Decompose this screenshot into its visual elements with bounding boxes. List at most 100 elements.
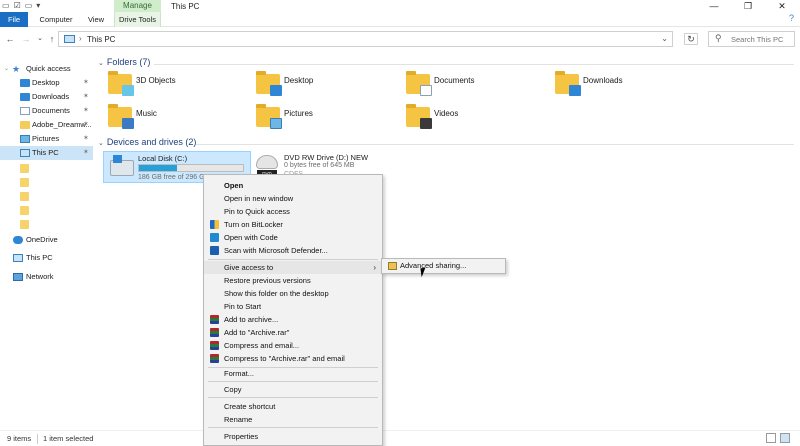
folder-icon <box>20 121 30 129</box>
manage-tab[interactable]: Manage <box>114 0 161 12</box>
forward-button[interactable]: → <box>20 32 32 46</box>
folder-documents[interactable]: Documents <box>394 70 534 100</box>
winrar-icon <box>210 354 219 363</box>
pin-icon: ✶ <box>83 149 89 156</box>
menu-item-show-on-desktop[interactable]: Show this folder on the desktop <box>204 287 382 300</box>
sidebar-item-downloads[interactable]: Downloads ✶ <box>0 90 93 104</box>
menu-item-label: Show this folder on the desktop <box>224 289 329 298</box>
menu-item-copy[interactable]: Copy <box>204 383 382 396</box>
menu-separator <box>208 427 378 428</box>
recent-locations-button[interactable]: ⌄ <box>34 32 46 46</box>
search-input[interactable] <box>731 34 793 45</box>
refresh-button[interactable]: ↻ <box>684 33 698 45</box>
close-button[interactable]: ✕ <box>765 0 799 12</box>
back-button[interactable]: ← <box>4 32 16 46</box>
properties-icon[interactable]: ☑ <box>14 1 21 11</box>
menu-item-add-to-archive-rar[interactable]: Add to "Archive.rar" <box>204 326 382 339</box>
folder-downloads[interactable]: Downloads <box>543 70 683 100</box>
folder-documents-icon <box>406 71 432 96</box>
chevron-right-icon[interactable]: › <box>79 34 82 43</box>
search-box[interactable]: ⚲ <box>708 31 795 47</box>
menu-item-give-access[interactable]: Give access to › <box>204 261 382 274</box>
folder-pictures[interactable]: Pictures <box>244 103 384 133</box>
this-pc-icon <box>13 254 23 262</box>
pictures-icon <box>20 135 30 143</box>
folder-desktop-icon <box>256 71 282 96</box>
menu-item-open-new-window[interactable]: Open in new window <box>204 192 382 205</box>
large-icons-view-icon[interactable] <box>780 433 790 443</box>
details-view-icon[interactable] <box>766 433 776 443</box>
folder-music-icon <box>108 104 134 129</box>
folder-desktop[interactable]: Desktop <box>244 70 384 100</box>
help-icon[interactable]: ? <box>789 13 794 23</box>
up-button[interactable]: ↑ <box>46 32 58 46</box>
sidebar-item-documents[interactable]: Documents ✶ <box>0 104 93 118</box>
menu-item-compress-email[interactable]: Compress and email... <box>204 339 382 352</box>
devices-group-header[interactable]: ⌄ Devices and drives (2) <box>98 137 196 151</box>
sidebar-item-pictures[interactable]: Pictures ✶ <box>0 132 93 146</box>
mouse-cursor-icon <box>420 267 427 278</box>
star-icon: ★ <box>12 64 21 74</box>
sidebar-item-desktop[interactable]: Desktop ✶ <box>0 76 93 90</box>
chevron-down-icon[interactable]: ⌄ <box>98 140 104 147</box>
menu-item-properties[interactable]: Properties <box>204 430 382 443</box>
menu-item-pin-quick-access[interactable]: Pin to Quick access <box>204 205 382 218</box>
menu-item-defender-scan[interactable]: Scan with Microsoft Defender... <box>204 244 382 257</box>
menu-item-open-with-code[interactable]: Open with Code <box>204 231 382 244</box>
sidebar-item-this-pc[interactable]: This PC ✶ <box>0 146 93 160</box>
menu-item-label: Pin to Start <box>224 302 262 311</box>
tab-computer[interactable]: Computer <box>36 12 76 27</box>
this-pc-icon <box>20 149 30 157</box>
menu-item-compress-rar-email[interactable]: Compress to "Archive.rar" and email <box>204 352 382 365</box>
chevron-down-icon[interactable]: ▾ <box>36 1 40 11</box>
folder-icon[interactable] <box>20 178 29 187</box>
maximize-button[interactable]: ❐ <box>731 0 765 12</box>
chevron-down-icon[interactable]: ⌄ <box>4 62 9 76</box>
minimize-button[interactable]: — <box>697 0 731 12</box>
tab-view[interactable]: View <box>82 12 110 27</box>
tab-drive-tools[interactable]: Drive Tools <box>114 12 161 27</box>
drive-size-text: 0 bytes free of 645 MB <box>284 162 355 169</box>
sidebar-item-adobe-dreamweaver[interactable]: Adobe_Dreamw... ✶ <box>0 118 93 132</box>
tab-file[interactable]: File <box>0 12 28 27</box>
menu-item-bitlocker[interactable]: Turn on BitLocker <box>204 218 382 231</box>
sidebar-item-label: OneDrive <box>26 235 58 244</box>
menu-item-add-to-archive[interactable]: Add to archive... <box>204 313 382 326</box>
sidebar-item-this-pc-root[interactable]: This PC <box>0 251 93 265</box>
folder-icon[interactable] <box>20 206 29 215</box>
quick-access-toolbar: ▭ ☑ ▭ ▾ <box>2 1 40 11</box>
folder-icon[interactable] <box>20 192 29 201</box>
documents-icon <box>20 107 30 115</box>
pin-icon: ✶ <box>83 107 89 114</box>
sidebar-item-quick-access[interactable]: ⌄ ★ Quick access <box>0 62 93 76</box>
menu-item-advanced-sharing[interactable]: Advanced sharing... <box>383 260 504 272</box>
menu-item-create-shortcut[interactable]: Create shortcut <box>204 400 382 413</box>
folder-videos[interactable]: Videos <box>394 103 534 133</box>
menu-item-format[interactable]: Format... <box>204 367 382 380</box>
folder-music[interactable]: Music <box>96 103 236 133</box>
sidebar-item-network[interactable]: Network <box>0 270 93 284</box>
desktop-icon <box>20 79 30 87</box>
folder-icon[interactable]: ▭ <box>2 1 10 11</box>
folder-pictures-icon <box>256 104 282 129</box>
folder-label: 3D Objects <box>136 76 176 85</box>
menu-item-pin-to-start[interactable]: Pin to Start <box>204 300 382 313</box>
folder-videos-icon <box>406 104 432 129</box>
sidebar-item-onedrive[interactable]: OneDrive <box>0 233 93 247</box>
shield-icon <box>210 220 219 229</box>
menu-item-open[interactable]: Open <box>204 179 382 192</box>
group-title: Folders (7) <box>106 57 151 67</box>
chevron-down-icon[interactable]: ⌄ <box>661 34 668 43</box>
address-bar[interactable]: › This PC ⌄ <box>58 31 673 47</box>
folder-icon[interactable] <box>20 220 29 229</box>
new-folder-icon[interactable]: ▭ <box>25 1 33 11</box>
menu-separator <box>208 397 378 398</box>
folders-group-header[interactable]: ⌄ Folders (7) <box>98 57 150 71</box>
menu-item-restore-versions[interactable]: Restore previous versions <box>204 274 382 287</box>
menu-item-rename[interactable]: Rename <box>204 413 382 426</box>
chevron-down-icon[interactable]: ⌄ <box>98 60 104 67</box>
folder-icon[interactable] <box>20 164 29 173</box>
folder-3d-objects[interactable]: 3D Objects <box>96 70 236 100</box>
breadcrumb[interactable]: This PC <box>87 35 115 44</box>
menu-item-label: Open with Code <box>224 233 278 242</box>
